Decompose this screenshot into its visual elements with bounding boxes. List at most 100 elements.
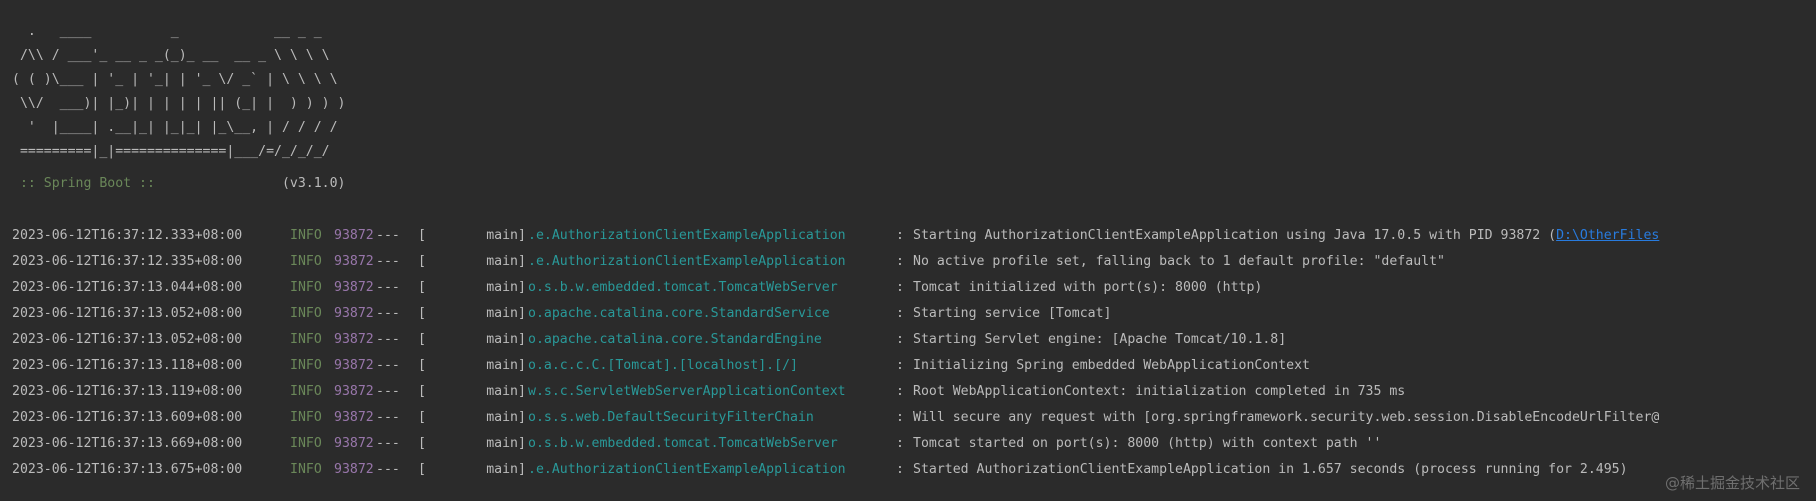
log-level: INFO — [290, 306, 322, 321]
log-message: Initializing Spring embedded WebApplicat… — [913, 358, 1310, 373]
message-separator: : — [896, 306, 904, 321]
log-pid: 93872 — [334, 306, 374, 321]
log-lines: 2023-06-12T16:37:12.333+08:00 INFO 93872 --… — [12, 223, 1816, 483]
log-message: Root WebApplicationContext: initializati… — [913, 384, 1406, 399]
log-thread: main — [486, 462, 518, 477]
log-logger: o.s.b.w.embedded.tomcat.TomcatWebServer — [528, 280, 838, 295]
log-timestamp: 2023-06-12T16:37:13.044+08:00 — [12, 280, 243, 295]
log-level: INFO — [290, 462, 322, 477]
log-level: INFO — [290, 332, 322, 347]
log-thread: main — [486, 358, 518, 373]
log-level: INFO — [290, 436, 322, 451]
log-message: Tomcat started on port(s): 8000 (http) w… — [913, 436, 1382, 451]
message-separator: : — [896, 410, 904, 425]
log-thread: main — [486, 332, 518, 347]
message-separator: : — [896, 280, 904, 295]
message-separator: : — [896, 228, 904, 243]
log-logger: .e.AuthorizationClientExampleApplication — [528, 228, 846, 243]
log-level: INFO — [290, 384, 322, 399]
log-line: 2023-06-12T16:37:12.335+08:00 INFO 93872 --… — [12, 249, 1816, 275]
log-message: No active profile set, falling back to 1… — [913, 254, 1445, 269]
log-logger: w.s.c.ServletWebServerApplicationContext — [528, 384, 846, 399]
log-pid: 93872 — [334, 280, 374, 295]
log-pid: 93872 — [334, 332, 374, 347]
log-pid: 93872 — [334, 384, 374, 399]
message-separator: : — [896, 332, 904, 347]
log-pid: 93872 — [334, 228, 374, 243]
thread-bracket-close: ] — [518, 436, 526, 451]
thread-bracket-open: [ — [418, 462, 426, 477]
log-logger: o.apache.catalina.core.StandardEngine — [528, 332, 822, 347]
log-message: Tomcat initialized with port(s): 8000 (h… — [913, 280, 1263, 295]
thread-bracket-close: ] — [518, 228, 526, 243]
log-thread: main — [486, 228, 518, 243]
log-message: Starting AuthorizationClientExampleAppli… — [913, 228, 1557, 243]
log-thread: main — [486, 306, 518, 321]
log-logger: o.s.b.w.embedded.tomcat.TomcatWebServer — [528, 436, 838, 451]
log-message: Starting Servlet engine: [Apache Tomcat/… — [913, 332, 1287, 347]
log-logger: .e.AuthorizationClientExampleApplication — [528, 254, 846, 269]
message-separator: : — [896, 436, 904, 451]
log-pid: 93872 — [334, 358, 374, 373]
thread-bracket-close: ] — [518, 280, 526, 295]
log-line: 2023-06-12T16:37:13.052+08:00 INFO 93872 --… — [12, 301, 1816, 327]
watermark: @稀土掘金技术社区 — [1662, 472, 1802, 493]
log-thread: main — [486, 410, 518, 425]
log-timestamp: 2023-06-12T16:37:13.119+08:00 — [12, 384, 243, 399]
thread-bracket-close: ] — [518, 254, 526, 269]
log-line: 2023-06-12T16:37:13.052+08:00 INFO 93872 --… — [12, 327, 1816, 353]
log-line: 2023-06-12T16:37:13.118+08:00 INFO 93872 --… — [12, 353, 1816, 379]
thread-bracket-open: [ — [418, 332, 426, 347]
log-message: Will secure any request with [org.spring… — [913, 410, 1660, 425]
log-separator: --- — [376, 358, 400, 373]
log-separator: --- — [376, 228, 400, 243]
log-timestamp: 2023-06-12T16:37:13.052+08:00 — [12, 332, 243, 347]
log-pid: 93872 — [334, 254, 374, 269]
thread-bracket-open: [ — [418, 228, 426, 243]
thread-bracket-close: ] — [518, 358, 526, 373]
log-separator: --- — [376, 306, 400, 321]
log-separator: --- — [376, 280, 400, 295]
log-line: 2023-06-12T16:37:13.669+08:00 INFO 93872 --… — [12, 431, 1816, 457]
log-timestamp: 2023-06-12T16:37:12.335+08:00 — [12, 254, 243, 269]
log-separator: --- — [376, 384, 400, 399]
log-timestamp: 2023-06-12T16:37:13.052+08:00 — [12, 306, 243, 321]
thread-bracket-close: ] — [518, 384, 526, 399]
message-separator: : — [896, 384, 904, 399]
spring-boot-version-line: :: Spring Boot :: (v3.1.0) — [12, 172, 346, 196]
thread-bracket-close: ] — [518, 306, 526, 321]
log-logger: .e.AuthorizationClientExampleApplication — [528, 462, 846, 477]
thread-bracket-open: [ — [418, 410, 426, 425]
log-timestamp: 2023-06-12T16:37:13.118+08:00 — [12, 358, 243, 373]
log-thread: main — [486, 254, 518, 269]
log-level: INFO — [290, 280, 322, 295]
log-level: INFO — [290, 410, 322, 425]
thread-bracket-open: [ — [418, 358, 426, 373]
log-pid: 93872 — [334, 462, 374, 477]
thread-bracket-open: [ — [418, 306, 426, 321]
log-thread: main — [486, 436, 518, 451]
log-thread: main — [486, 384, 518, 399]
log-timestamp: 2023-06-12T16:37:12.333+08:00 — [12, 228, 243, 243]
log-separator: --- — [376, 332, 400, 347]
message-separator: : — [896, 254, 904, 269]
file-path-link[interactable]: D:\OtherFiles — [1556, 223, 1659, 249]
log-level: INFO — [290, 254, 322, 269]
log-thread: main — [486, 280, 518, 295]
thread-bracket-open: [ — [418, 384, 426, 399]
message-separator: : — [896, 462, 904, 477]
thread-bracket-open: [ — [418, 254, 426, 269]
spring-boot-version: (v3.1.0) — [162, 176, 346, 191]
log-pid: 93872 — [334, 410, 374, 425]
log-line: 2023-06-12T16:37:13.044+08:00 INFO 93872 --… — [12, 275, 1816, 301]
log-level: INFO — [290, 358, 322, 373]
log-separator: --- — [376, 254, 400, 269]
log-timestamp: 2023-06-12T16:37:13.609+08:00 — [12, 410, 243, 425]
log-separator: --- — [376, 462, 400, 477]
log-logger: o.s.s.web.DefaultSecurityFilterChain — [528, 410, 814, 425]
console-output: . ____ _ __ _ _ /\\ / ___'_ __ _ _(_)_ _… — [0, 0, 1816, 501]
thread-bracket-open: [ — [418, 436, 426, 451]
log-logger: o.apache.catalina.core.StandardService — [528, 306, 830, 321]
thread-bracket-close: ] — [518, 410, 526, 425]
spring-boot-label: :: Spring Boot :: — [12, 176, 163, 191]
